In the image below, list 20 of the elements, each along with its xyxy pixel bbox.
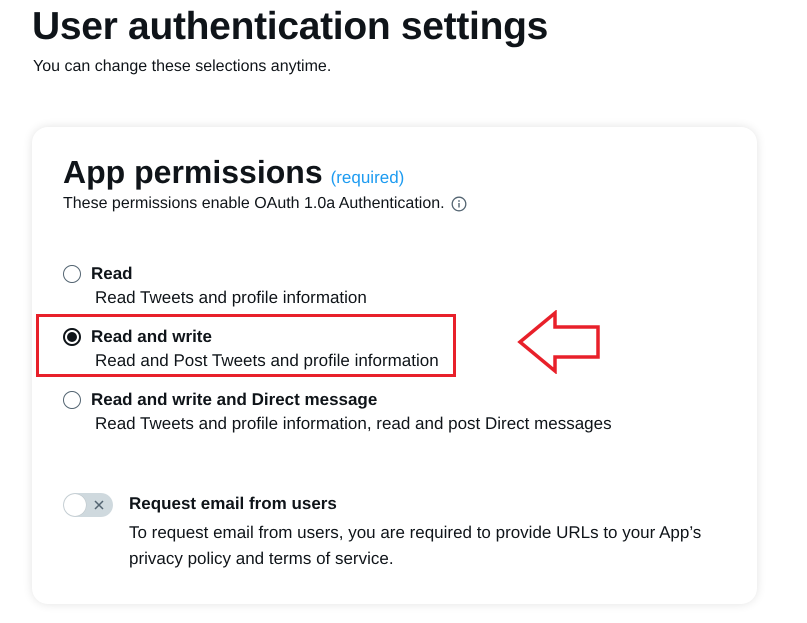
page-title: User authentication settings <box>32 4 550 50</box>
info-icon[interactable] <box>450 196 467 212</box>
page-subtitle: You can change these selections anytime. <box>33 58 332 76</box>
cross-icon <box>93 499 105 511</box>
option-description: Read and Post Tweets and profile information <box>95 351 439 371</box>
radio-button[interactable] <box>63 328 81 346</box>
section-title: App permissions <box>63 153 323 191</box>
option-label[interactable]: Read and write <box>91 327 212 347</box>
arrow-icon <box>517 310 601 374</box>
toggle-label: Request email from users <box>129 494 338 514</box>
radio-button[interactable] <box>63 391 81 409</box>
option-description: Read Tweets and profile information <box>95 288 367 308</box>
toggle-switch[interactable] <box>63 493 113 517</box>
option-label[interactable]: Read and write and Direct message <box>91 390 378 410</box>
option-label[interactable]: Read <box>91 264 133 284</box>
radio-button[interactable] <box>63 265 81 283</box>
required-note: (required) <box>330 168 404 188</box>
section-description: These permissions enable OAuth 1.0a Authentication. <box>63 195 445 213</box>
option-description: Read Tweets and profile information, read and post Direct messages <box>95 414 612 434</box>
toggle-description: To request email from users, you are required to provide URLs to your App’s privacy policy and terms of service. <box>129 522 702 570</box>
